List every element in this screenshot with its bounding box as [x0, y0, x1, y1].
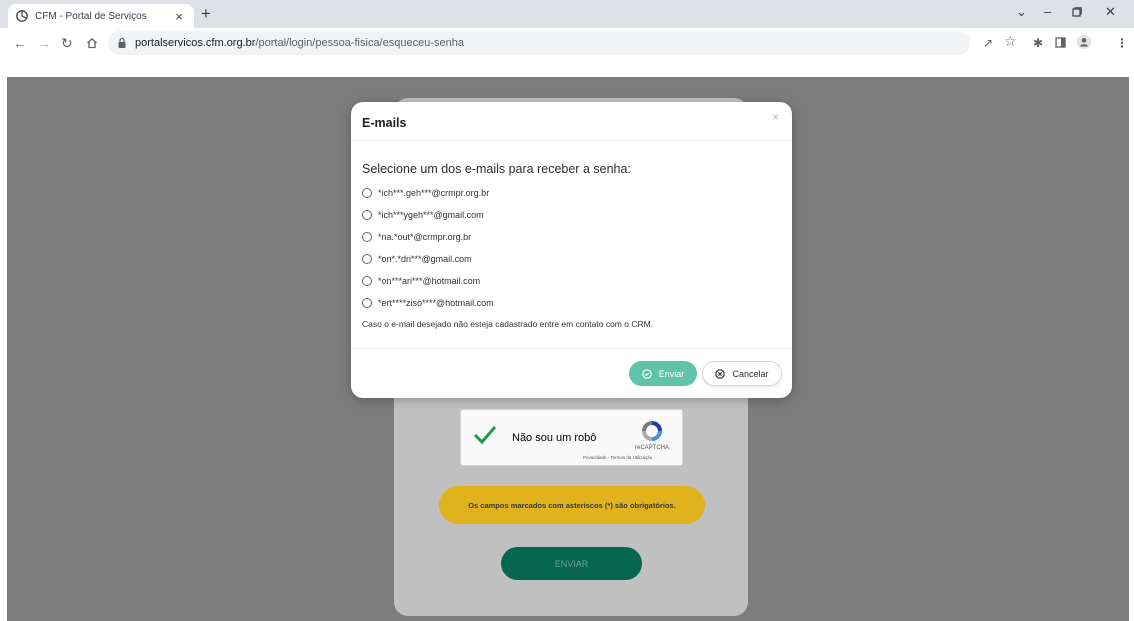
bookmark-star-icon[interactable]: ☆ [1004, 33, 1017, 49]
extensions-icon[interactable]: ✱ [1033, 35, 1043, 51]
modal-subtitle: Selecione um dos e-mails para receber a … [362, 162, 631, 176]
page-viewport: Não sou um robô reCAPTCHA Privacidade - … [0, 58, 1134, 621]
address-bar[interactable]: portalservicos.cfm.org.br/portal/login/p… [108, 31, 970, 55]
modal-cancel-label: Cancelar [732, 368, 769, 379]
maximize-icon[interactable] [1072, 4, 1082, 20]
recaptcha-logo-icon [639, 418, 665, 444]
email-option-label: *ich***ygeh***@gmail.com [378, 210, 484, 220]
modal-close-icon[interactable]: × [772, 110, 779, 124]
modal-cancel-button[interactable]: Cancelar [702, 361, 782, 386]
cancel-circle-icon [715, 368, 726, 379]
email-option-label: *on*.*dri***@gmail.com [378, 254, 472, 264]
site-favicon-icon [16, 10, 28, 22]
home-icon[interactable] [86, 34, 98, 53]
checkmark-icon[interactable] [473, 424, 497, 446]
email-option-label: *ert****ziso****@hotmail.com [378, 298, 494, 308]
email-option[interactable]: *on***ari***@hotmail.com [362, 276, 480, 286]
tab-search-icon[interactable]: ⌄ [1016, 4, 1027, 20]
email-option-label: *ich***.geh***@crmpr.org.br [378, 188, 490, 198]
email-option[interactable]: *na.*out*@crmpr.org.br [362, 232, 471, 242]
check-circle-icon [641, 368, 652, 379]
radio-button[interactable] [362, 298, 372, 308]
tab-close-icon[interactable]: × [172, 9, 186, 24]
radio-button[interactable] [362, 276, 372, 286]
lock-icon [117, 37, 127, 49]
email-select-modal: E-mails × Selecione um dos e-mails para … [351, 102, 792, 398]
recaptcha-brand: reCAPTCHA [634, 445, 669, 451]
url-path: /portal/login/pessoa-fisica/esqueceu-sen… [255, 37, 464, 49]
modal-header: E-mails × [351, 102, 792, 140]
forward-icon[interactable]: → [37, 34, 51, 52]
email-option-label: *na.*out*@crmpr.org.br [378, 232, 472, 242]
email-option[interactable]: *on*.*dri***@gmail.com [362, 254, 472, 264]
recaptcha-label: Não sou um robô [512, 432, 597, 444]
browser-tab-bar: CFM - Portal de Serviços × + ⌄ – ✕ [0, 0, 1134, 28]
required-fields-note: Os campos marcados com asteriscos (*) sã… [439, 486, 705, 524]
radio-button[interactable] [362, 188, 372, 198]
profile-avatar-icon[interactable] [1077, 35, 1091, 53]
tab-title: CFM - Portal de Serviços [35, 10, 147, 22]
email-option-label: *on***ari***@hotmail.com [378, 276, 481, 286]
form-send-button[interactable]: ENVIAR [501, 547, 642, 580]
browser-toolbar: ← → ↻ portalservicos.cfm.org.br/portal/l… [0, 28, 1134, 58]
radio-button[interactable] [362, 210, 372, 220]
radio-button[interactable] [362, 232, 372, 242]
new-tab-button[interactable]: + [201, 5, 211, 23]
email-option[interactable]: *ert****ziso****@hotmail.com [362, 298, 494, 308]
recaptcha-links[interactable]: Privacidade - Termos de Utilização [583, 455, 652, 460]
back-icon[interactable]: ← [13, 34, 27, 52]
modal-help-note: Caso o e-mail desejado não esteja cadast… [362, 319, 654, 329]
email-option[interactable]: *ich***.geh***@crmpr.org.br [362, 188, 489, 198]
browser-tab[interactable]: CFM - Portal de Serviços × [8, 4, 194, 28]
reload-icon[interactable]: ↻ [61, 34, 73, 52]
url-host: portalservicos.cfm.org.br [135, 37, 256, 49]
radio-button[interactable] [362, 254, 372, 264]
menu-more-icon[interactable]: ⋮ [1116, 35, 1128, 51]
modal-divider [351, 140, 792, 141]
email-option[interactable]: *ich***ygeh***@gmail.com [362, 210, 484, 220]
modal-divider [351, 348, 792, 349]
modal-submit-label: Enviar [658, 368, 685, 379]
modal-submit-button[interactable]: Enviar [629, 361, 697, 386]
recaptcha-widget[interactable]: Não sou um robô reCAPTCHA Privacidade - … [460, 409, 683, 466]
side-panel-icon[interactable] [1055, 35, 1066, 52]
minimize-icon[interactable]: – [1044, 4, 1051, 19]
modal-title: E-mails [362, 116, 407, 130]
close-window-icon[interactable]: ✕ [1105, 4, 1116, 20]
share-icon[interactable]: ↗ [983, 35, 993, 51]
